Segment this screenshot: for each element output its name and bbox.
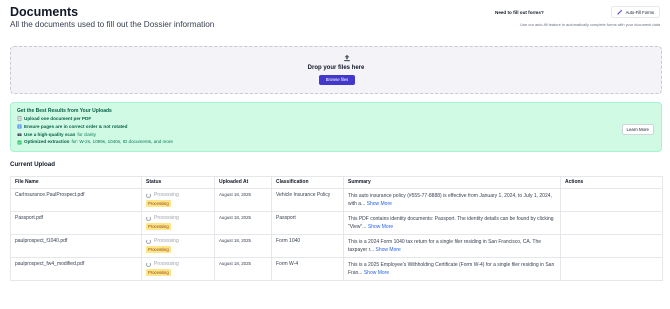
- column-header: Actions: [560, 176, 663, 189]
- status-text: Processing: [154, 192, 179, 198]
- browse-files-button[interactable]: Browse files: [319, 75, 355, 85]
- table-row: paulprospect_f1040.pdf Processing Proces…: [10, 234, 663, 258]
- classification: Form W-4: [271, 257, 344, 281]
- autofill-question: Need to fill out forms?: [495, 9, 544, 15]
- magic-wand-icon: [616, 9, 623, 15]
- tip-rest: for: W-2s, 1099s, 1040s, ID documents, a…: [71, 139, 173, 145]
- column-header: File Name: [10, 176, 142, 189]
- tips-title: Get the Best Results from Your Uploads: [17, 108, 112, 114]
- column-header: Status: [141, 176, 215, 189]
- column-header: Summary: [343, 176, 561, 189]
- uploaded-at: August 18, 2025: [214, 188, 272, 212]
- tips-banner: Get the Best Results from Your Uploads U…: [10, 102, 662, 152]
- file-name: Passport.pdf: [10, 211, 142, 235]
- uploaded-at: August 18, 2025: [214, 234, 272, 258]
- status-cell: Processing Processing: [141, 211, 215, 235]
- page-icon: [17, 116, 22, 122]
- tip-rest: for clarity: [77, 131, 96, 137]
- check-icon: [17, 140, 22, 145]
- spinner-icon: [146, 192, 151, 198]
- page-title: Documents: [10, 5, 79, 19]
- tip-item: Upload one document per PDF: [17, 115, 655, 123]
- status-text: Processing: [154, 261, 179, 267]
- uploaded-at: August 18, 2025: [214, 257, 272, 281]
- spinner-icon: [146, 261, 151, 267]
- status-cell: Processing Processing: [141, 234, 215, 258]
- file-dropzone[interactable]: Drop your files here Browse files: [10, 46, 662, 94]
- uploads-table: File Name Status Uploaded At Classificat…: [10, 176, 663, 281]
- camera-icon: [17, 133, 22, 136]
- autofill-panel: Need to fill out forms? Auto-Fill Forms …: [495, 6, 660, 27]
- classification: Form 1040: [271, 234, 344, 258]
- autofill-button[interactable]: Auto-Fill Forms: [610, 6, 660, 18]
- page-subtitle: All the documents used to fill out the D…: [10, 20, 215, 29]
- file-name: paulprospect_fw4_modified.pdf: [10, 257, 142, 281]
- tip-bold: Optimized extraction: [24, 139, 70, 145]
- status-cell: Processing Processing: [141, 257, 215, 281]
- page-header: Documents All the documents used to fill…: [10, 5, 214, 29]
- table-header-row: File Name Status Uploaded At Classificat…: [10, 176, 663, 189]
- tip-bold: Ensure pages are in correct order & not …: [24, 123, 128, 129]
- uploaded-at: August 18, 2025: [214, 211, 272, 235]
- summary-cell: This auto insurance policy (#555-77-8888…: [343, 188, 561, 212]
- actions-cell: [560, 188, 663, 212]
- classification: Vehicle Insurance Policy: [271, 188, 344, 212]
- status-badge: Processing: [146, 246, 171, 253]
- summary-cell: This is a 2025 Employee's Withholding Ce…: [343, 257, 561, 281]
- show-more-link[interactable]: Show More: [368, 224, 393, 230]
- numbered-pages-icon: [17, 124, 22, 129]
- tip-bold: Upload one document per PDF: [24, 116, 92, 121]
- status-badge: Processing: [146, 269, 171, 276]
- column-header: Uploaded At: [214, 176, 272, 189]
- actions-cell: [560, 211, 663, 235]
- column-header: Classification: [271, 176, 344, 189]
- file-name: CarInsurance.PaulProspect.pdf: [10, 188, 142, 212]
- status-badge: Processing: [146, 200, 171, 207]
- actions-cell: [560, 257, 663, 281]
- dropzone-title: Drop your files here: [307, 65, 365, 71]
- status-text: Processing: [154, 215, 179, 221]
- file-name: paulprospect_f1040.pdf: [10, 234, 142, 258]
- show-more-link[interactable]: Show More: [367, 201, 392, 207]
- tip-item: Optimized extraction for: W-2s, 1099s, 1…: [17, 138, 655, 146]
- tip-item: Ensure pages are in correct order & not …: [17, 123, 655, 131]
- spinner-icon: [146, 215, 151, 221]
- table-row: Passport.pdf Processing Processing Augus…: [10, 211, 663, 235]
- status-badge: Processing: [146, 223, 171, 230]
- show-more-link[interactable]: Show More: [364, 270, 389, 276]
- status-cell: Processing Processing: [141, 188, 215, 212]
- spinner-icon: [146, 238, 151, 244]
- autofill-button-label: Auto-Fill Forms: [625, 9, 654, 15]
- current-upload-title: Current Upload: [10, 161, 56, 168]
- actions-cell: [560, 234, 663, 258]
- show-more-link[interactable]: Show More: [376, 247, 401, 253]
- tip-bold: Use a high-quality scan: [24, 131, 76, 137]
- table-row: paulprospect_fw4_modified.pdf Processing…: [10, 257, 663, 281]
- tip-item: Use a high-quality scan for clarity: [17, 131, 655, 139]
- summary-cell: This is a 2024 Form 1040 tax return for …: [343, 234, 561, 258]
- summary-cell: This PDF contains identity documents: Pa…: [343, 211, 561, 235]
- autofill-note: Use our auto-fill feature to automatical…: [520, 22, 660, 27]
- learn-more-button[interactable]: Learn More: [621, 124, 654, 135]
- table-row: CarInsurance.PaulProspect.pdf Processing…: [10, 188, 663, 212]
- upload-icon: [344, 54, 350, 62]
- status-text: Processing: [154, 238, 179, 244]
- classification: Passport: [271, 211, 344, 235]
